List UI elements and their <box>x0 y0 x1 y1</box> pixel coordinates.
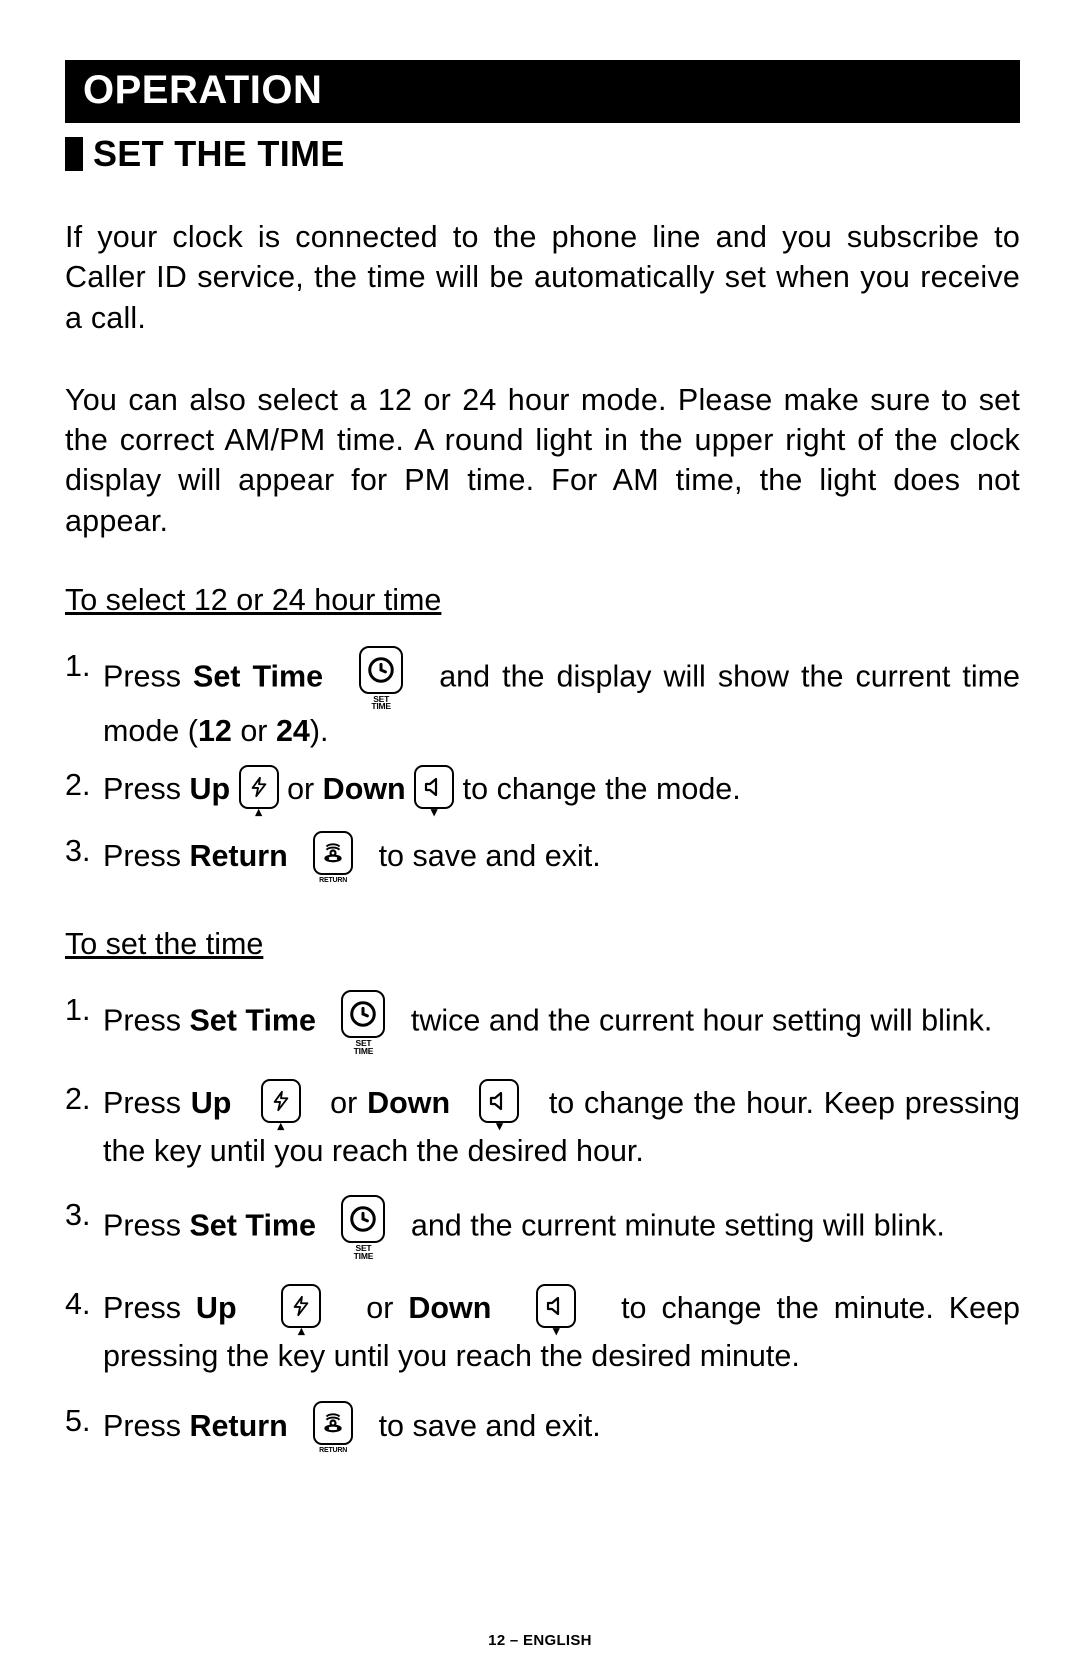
text: and the current minute setting will blin… <box>402 1209 945 1243</box>
steps-12-24: Press Set Time SETTIME and the display w… <box>65 646 1020 885</box>
step-4: Press Up ▴ or Down ▾ to change the minut… <box>65 1284 1020 1376</box>
return-button-icon: RETURN <box>313 831 353 885</box>
up-button-icon: ▴ <box>281 1284 321 1336</box>
text: twice and the current hour setting will … <box>402 1004 992 1038</box>
text: Press <box>103 1209 189 1243</box>
page-footer: 12 – ENGLISH <box>0 1632 1080 1649</box>
steps-set-time: Press Set Time SETTIME twice and the cur… <box>65 990 1020 1455</box>
button-name-up: Up <box>191 1086 232 1120</box>
button-name-set-time: Set Time <box>189 1209 316 1243</box>
step-2: Press Up ▴ or Down ▾ to change the mode. <box>65 765 1020 817</box>
down-button-icon: ▾ <box>479 1079 519 1131</box>
text: or <box>320 1086 367 1120</box>
up-button-icon: ▴ <box>261 1079 301 1131</box>
text: to change the mode. <box>463 772 741 806</box>
intro-paragraph-1: If your clock is connected to the phone … <box>65 217 1020 338</box>
subsection-set-time: To set the time <box>65 927 1020 962</box>
text: ). <box>310 714 329 748</box>
mode-24: 24 <box>276 714 310 748</box>
text: to save and exit. <box>370 1409 601 1443</box>
section-heading-text: SET THE TIME <box>93 133 345 175</box>
return-button-icon: RETURN <box>313 1401 353 1455</box>
button-name-down: Down <box>367 1086 450 1120</box>
icon-sublabel: RETURN <box>313 1447 353 1455</box>
step-3: Press Return RETURN to save and exit. <box>65 831 1020 885</box>
button-name-down: Down <box>323 772 406 806</box>
down-button-icon: ▾ <box>536 1284 576 1336</box>
clock-icon <box>348 1204 378 1234</box>
text: Press <box>103 1291 196 1325</box>
text: or <box>351 1291 408 1325</box>
bolt-icon <box>290 1292 312 1320</box>
icon-sublabel: RETURN <box>313 877 353 885</box>
button-name-up: Up <box>196 1291 237 1325</box>
text: Press <box>103 772 189 806</box>
text: or <box>287 772 323 806</box>
text: to change the hour. Keep pressing the ke… <box>103 1086 1020 1168</box>
text: Press <box>103 1004 189 1038</box>
icon-sublabel: SETTIME <box>341 1245 385 1260</box>
speaker-icon <box>544 1294 568 1318</box>
text: or <box>232 714 276 748</box>
icon-sublabel: SETTIME <box>359 696 403 711</box>
bolt-icon <box>270 1087 292 1115</box>
text: to save and exit. <box>370 839 601 873</box>
speaker-icon <box>422 775 446 799</box>
phone-return-icon <box>320 1410 346 1436</box>
set-time-button-icon: SETTIME <box>359 646 403 711</box>
clock-icon <box>366 655 396 685</box>
step-3: Press Set Time SETTIME and the current m… <box>65 1195 1020 1260</box>
button-name-set-time: Set Time <box>189 1004 316 1038</box>
text: Press <box>103 659 193 693</box>
bolt-icon <box>248 773 270 801</box>
text: Press <box>103 1086 191 1120</box>
button-name-up: Up <box>189 772 230 806</box>
section-heading: SET THE TIME <box>65 133 1020 175</box>
step-5: Press Return RETURN to save and exit. <box>65 1401 1020 1455</box>
clock-icon <box>348 999 378 1029</box>
step-2: Press Up ▴ or Down ▾ to change the hour.… <box>65 1079 1020 1171</box>
icon-sublabel: SETTIME <box>341 1040 385 1055</box>
page-title-banner: OPERATION <box>65 60 1020 123</box>
set-time-button-icon: SETTIME <box>341 1195 385 1260</box>
text: Press <box>103 1409 189 1443</box>
page-title: OPERATION <box>83 68 322 112</box>
up-button-icon: ▴ <box>239 765 279 817</box>
speaker-icon <box>487 1089 511 1113</box>
phone-return-icon <box>320 840 346 866</box>
step-1: Press Set Time SETTIME twice and the cur… <box>65 990 1020 1055</box>
button-name-down: Down <box>408 1291 491 1325</box>
subsection-12-24: To select 12 or 24 hour time <box>65 583 1020 618</box>
button-name-return: Return <box>189 839 287 873</box>
intro-paragraph-2: You can also select a 12 or 24 hour mode… <box>65 380 1020 541</box>
set-time-button-icon: SETTIME <box>341 990 385 1055</box>
step-1: Press Set Time SETTIME and the display w… <box>65 646 1020 751</box>
down-button-icon: ▾ <box>414 765 454 817</box>
button-name-set-time: Set Time <box>193 659 323 693</box>
mode-12: 12 <box>198 714 232 748</box>
heading-marker <box>65 137 83 171</box>
text: Press <box>103 839 189 873</box>
button-name-return: Return <box>189 1409 287 1443</box>
